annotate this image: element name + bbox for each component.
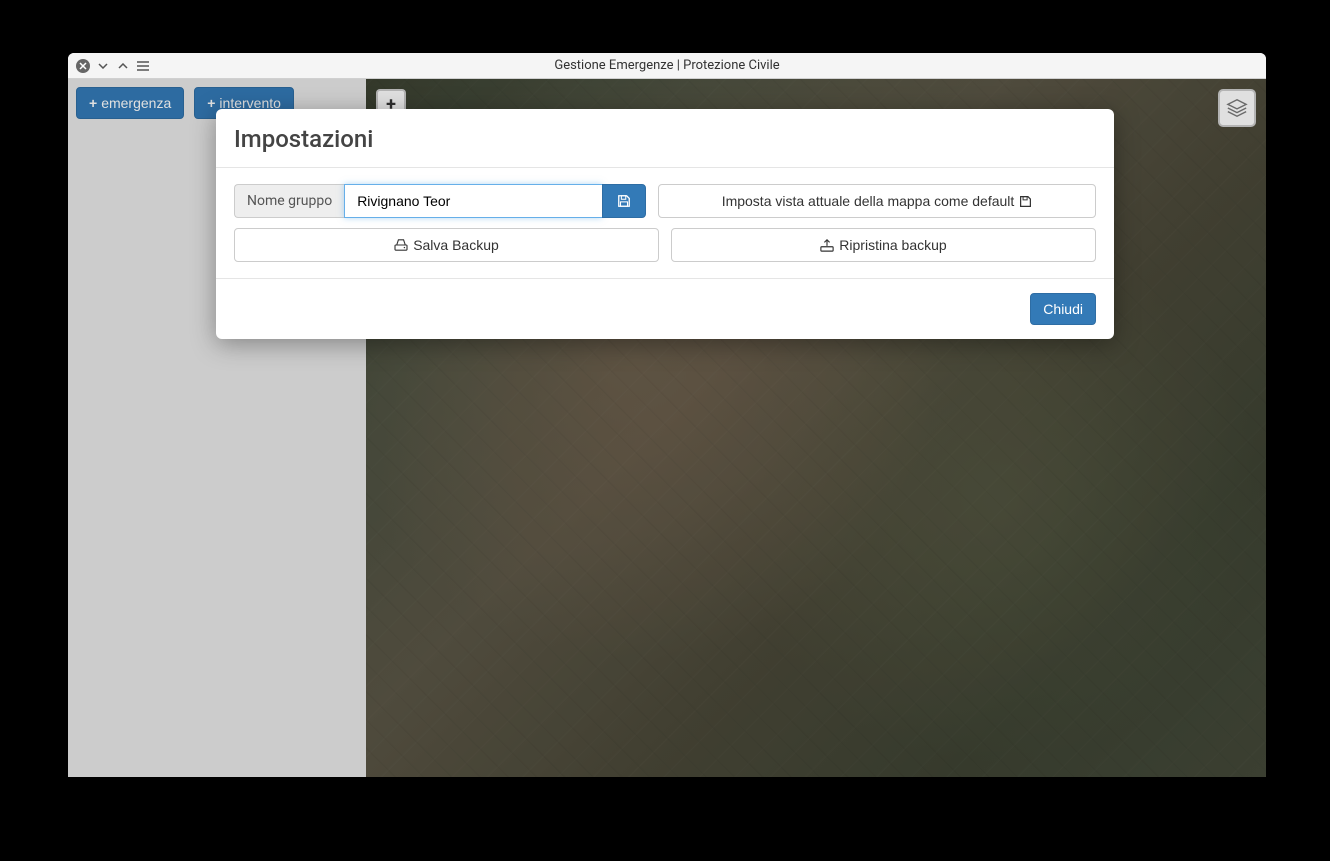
- layers-button[interactable]: [1218, 89, 1256, 127]
- save-icon: [1019, 195, 1032, 208]
- modal-header: Impostazioni: [216, 109, 1114, 168]
- group-name-label: Nome gruppo: [234, 184, 344, 218]
- save-group-name-button[interactable]: [602, 184, 646, 218]
- save-backup-button[interactable]: Salva Backup: [234, 228, 659, 262]
- modal-title: Impostazioni: [234, 125, 1096, 153]
- set-default-view-button[interactable]: Imposta vista attuale della mappa come d…: [658, 184, 1096, 218]
- layers-icon: [1226, 97, 1248, 119]
- titlebar-controls: [68, 59, 150, 73]
- chevron-up-icon[interactable]: [116, 59, 130, 73]
- app-body: emergenza intervento + Impostaz: [68, 79, 1266, 777]
- plus-icon: [89, 95, 97, 111]
- app-window: Gestione Emergenze | Protezione Civile e…: [68, 53, 1266, 777]
- emergenza-label: emergenza: [101, 95, 171, 111]
- upload-icon: [820, 238, 834, 252]
- restore-backup-button[interactable]: Ripristina backup: [671, 228, 1096, 262]
- plus-icon: [207, 95, 215, 111]
- hdd-icon: [394, 239, 408, 251]
- settings-modal: Impostazioni Nome gruppo: [216, 109, 1114, 339]
- group-name-input[interactable]: [344, 184, 602, 218]
- close-icon[interactable]: [76, 59, 90, 73]
- add-emergenza-button[interactable]: emergenza: [76, 87, 184, 119]
- save-icon: [617, 194, 631, 208]
- close-button[interactable]: Chiudi: [1030, 293, 1096, 325]
- set-default-view-label: Imposta vista attuale della mappa come d…: [722, 193, 1015, 209]
- modal-row-2: Salva Backup Ripristina backup: [234, 228, 1096, 262]
- modal-footer: Chiudi: [216, 278, 1114, 339]
- modal-row-1: Nome gruppo Imposta vista attuale della …: [234, 184, 1096, 218]
- save-backup-label: Salva Backup: [413, 237, 499, 253]
- close-label: Chiudi: [1043, 301, 1083, 317]
- group-name-input-group: Nome gruppo: [234, 184, 646, 218]
- chevron-down-icon[interactable]: [96, 59, 110, 73]
- restore-backup-label: Ripristina backup: [839, 237, 946, 253]
- window-title: Gestione Emergenze | Protezione Civile: [68, 58, 1266, 73]
- menu-icon[interactable]: [136, 59, 150, 73]
- modal-body: Nome gruppo Imposta vista attuale della …: [216, 168, 1114, 278]
- titlebar: Gestione Emergenze | Protezione Civile: [68, 53, 1266, 79]
